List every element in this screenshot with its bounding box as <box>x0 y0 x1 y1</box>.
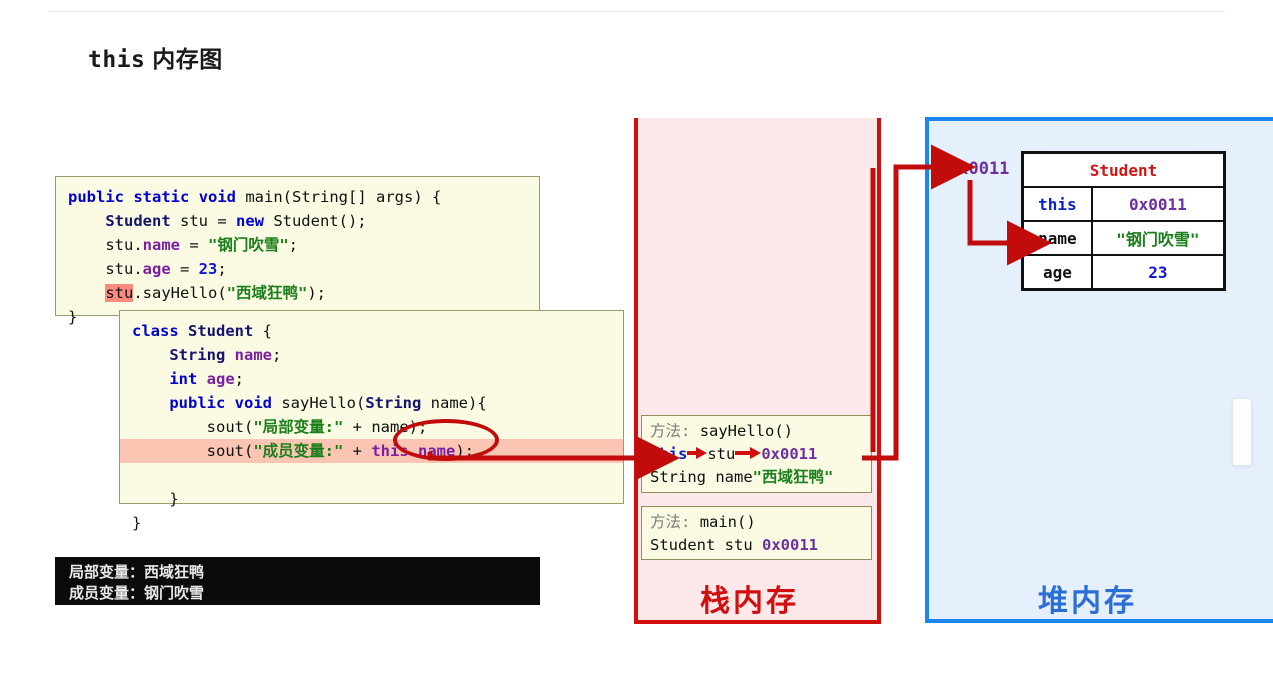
code-line: int age; <box>169 370 245 388</box>
frame-name-key: String name <box>650 468 753 486</box>
code-line: } <box>132 514 142 532</box>
field-key-name: name <box>1021 220 1093 256</box>
highlighted-stu-token: stu <box>105 284 134 302</box>
page-title: this 内存图 <box>88 40 223 74</box>
table-row: this 0x0011 <box>1021 186 1226 222</box>
frame-title-label: 方法: <box>650 422 691 440</box>
frame-stu-key: Student stu <box>650 536 753 554</box>
heap-object-address: 0x0011 <box>948 159 1010 179</box>
arrow-icon <box>735 447 762 459</box>
stack-frame-main: 方法: main() Student stu 0x0011 <box>641 506 872 560</box>
student-class-code-block: class Student { String name; int age; pu… <box>119 310 624 532</box>
console-output-panel: 局部变量：西域狂鸭 成员变量：钢门吹雪 <box>55 557 540 605</box>
frame-title-value: sayHello() <box>699 422 794 440</box>
frame-title: 方法: sayHello() <box>650 420 863 443</box>
field-value-this: 0x0011 <box>1090 186 1226 222</box>
heap-memory-label: 堆内存 <box>1038 585 1137 618</box>
annotation-ellipse <box>393 419 499 461</box>
slide-canvas: this 内存图 栈内存 堆内存 public static void main… <box>0 0 1273 694</box>
console-line-1: 局部变量：西域狂鸭 <box>69 564 205 581</box>
code-line: stu.age = 23; <box>68 260 227 278</box>
frame-title-value: main() <box>699 513 756 531</box>
frame-title: 方法: main() <box>650 511 863 534</box>
frame-this-mid: stu <box>707 445 736 463</box>
code-line: public void sayHello(String name){ <box>169 394 487 412</box>
code-line: stu.sayHello("西域狂鸭"); <box>105 284 326 302</box>
frame-stu-addr: 0x0011 <box>762 536 818 554</box>
field-value-name: "钢门吹雪" <box>1090 220 1226 256</box>
frame-title-label: 方法: <box>650 513 691 531</box>
page-title-text: 内存图 <box>152 46 223 72</box>
object-type-name: Student <box>1021 151 1226 188</box>
code-line: sout("局部变量:" + name); <box>132 418 428 436</box>
field-key-age: age <box>1021 254 1093 291</box>
main-method-code-block: public static void main(String[] args) {… <box>55 176 540 326</box>
stack-memory-label: 栈内存 <box>700 585 799 618</box>
page-title-keyword: this <box>88 47 146 73</box>
frame-this-key: this <box>650 445 688 463</box>
frame-row-this: this stu 0x0011 <box>650 443 863 466</box>
frame-name-value: "西域狂鸭" <box>752 468 834 486</box>
highlighted-code-line: sout("成员变量:" + this.name); <box>120 439 623 463</box>
console-line-2: 成员变量：钢门吹雪 <box>69 585 205 602</box>
frame-this-addr: 0x0011 <box>761 445 818 463</box>
code-line: } <box>132 490 179 508</box>
code-line: String name; <box>169 346 282 364</box>
table-row-title: Student <box>1021 151 1226 188</box>
table-row: name "钢门吹雪" <box>1021 220 1226 256</box>
student-object-table: Student this 0x0011 name "钢门吹雪" age 23 <box>1021 151 1226 291</box>
code-line: Student stu = new Student(); <box>105 212 367 230</box>
edge-panel-sliver <box>1232 398 1252 466</box>
code-line: class Student { <box>132 322 273 340</box>
frame-row-name: String name"西域狂鸭" <box>650 466 863 489</box>
frame-row-stu: Student stu 0x0011 <box>650 534 863 557</box>
code-line: stu.name = "钢门吹雪"; <box>68 236 298 254</box>
top-divider <box>48 11 1225 12</box>
field-key-this: this <box>1021 186 1093 222</box>
code-line: public static void main(String[] args) { <box>68 188 442 206</box>
field-value-age: 23 <box>1090 254 1226 291</box>
code-line: } <box>68 308 78 326</box>
table-row: age 23 <box>1021 254 1226 291</box>
stack-frame-sayhello: 方法: sayHello() this stu 0x0011 String name"西… <box>641 415 872 493</box>
arrow-icon <box>687 447 708 459</box>
